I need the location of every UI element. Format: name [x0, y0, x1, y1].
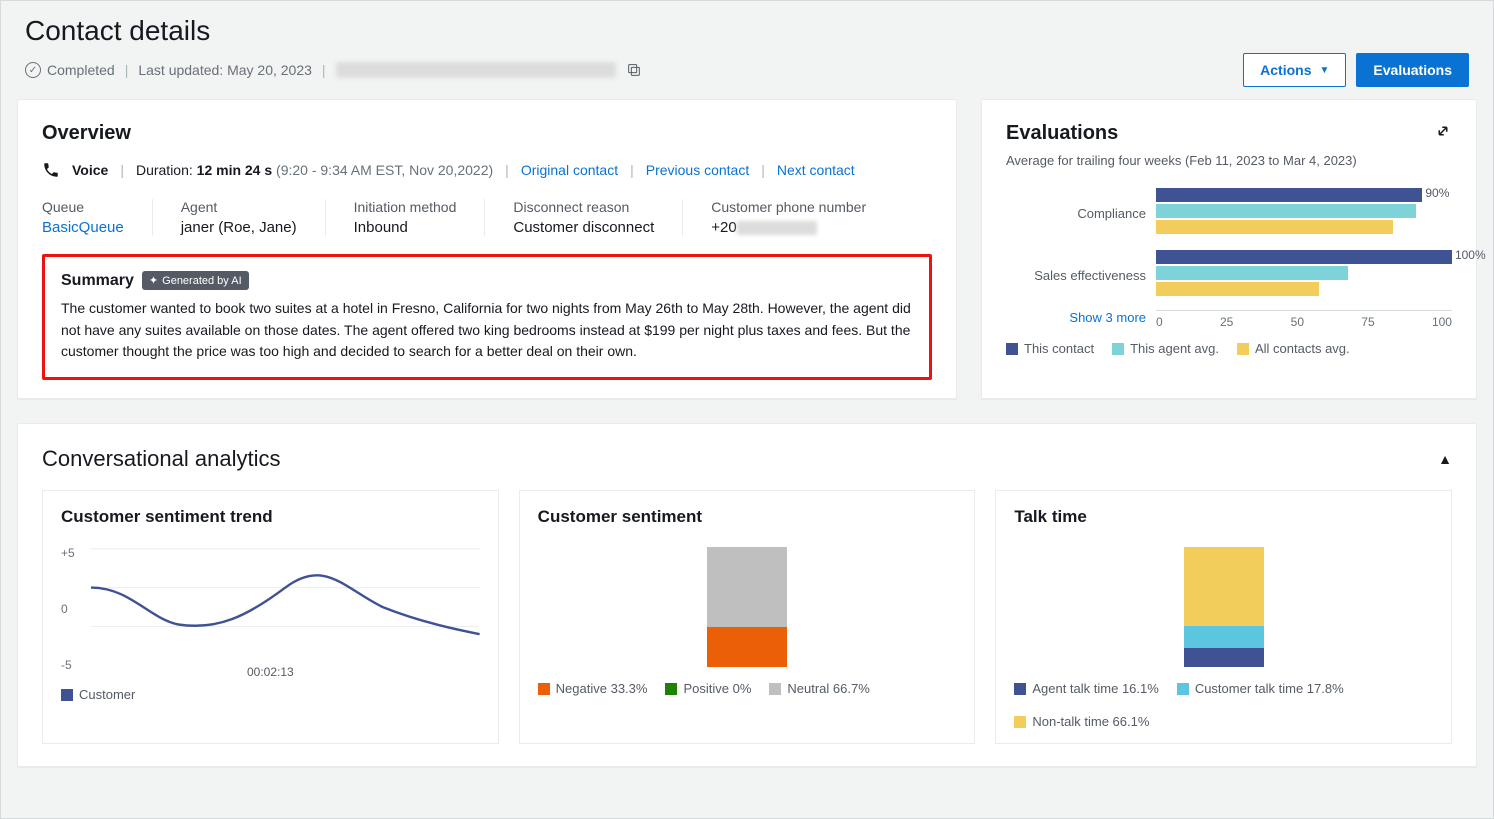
meta-agent-value: janer (Roe, Jane) — [181, 219, 297, 236]
legend-talk-non: Non-talk time 66.1% — [1032, 714, 1149, 729]
header-actions: Actions ▼ Evaluations — [1243, 53, 1469, 87]
evaluations-legend: This contact This agent avg. All contact… — [1006, 341, 1452, 356]
meta-disc-label: Disconnect reason — [513, 199, 654, 215]
page-header: Contact details ✓ Completed | Last updat… — [1, 1, 1493, 99]
legend-agent: This agent avg. — [1130, 341, 1219, 356]
eval-val-1: 100% — [1455, 248, 1486, 262]
previous-contact-link[interactable]: Previous contact — [646, 162, 750, 178]
actions-label: Actions — [1260, 62, 1311, 78]
overview-title: Overview — [42, 122, 932, 145]
expand-icon[interactable] — [1434, 122, 1452, 140]
meta-disc: Disconnect reason Customer disconnect — [513, 199, 683, 236]
status-label: Completed — [47, 62, 115, 78]
duration-label: Duration: — [136, 162, 193, 178]
analytics-title: Conversational analytics — [42, 446, 280, 472]
meta-phone: Customer phone number +20 — [711, 199, 866, 236]
meta-queue-value[interactable]: BasicQueue — [42, 219, 124, 236]
trend-chart: +5 0 -5 00:02:13 — [61, 539, 480, 679]
ytick-plus5: +5 — [61, 546, 75, 560]
divider: | — [125, 62, 129, 78]
card-sentiment-trend: Customer sentiment trend +5 0 -5 00:02:1… — [42, 490, 499, 744]
evaluations-chart: Compliance Sales effectiveness Show 3 mo… — [1006, 182, 1452, 329]
divider: | — [505, 162, 509, 178]
evaluations-button-label: Evaluations — [1373, 62, 1452, 78]
eval-cat-1: Sales effectiveness — [1006, 244, 1146, 306]
summary-title: Summary — [61, 272, 134, 290]
card-customer-sentiment: Customer sentiment Negative 33.3% Positi… — [519, 490, 976, 744]
card-sentiment-trend-title: Customer sentiment trend — [61, 507, 480, 527]
check-circle-icon: ✓ — [25, 62, 41, 78]
trend-line — [91, 539, 480, 636]
last-updated: Last updated: May 20, 2023 — [138, 62, 312, 78]
meta-phone-label: Customer phone number — [711, 199, 866, 215]
meta-disc-value: Customer disconnect — [513, 219, 654, 236]
evaluations-panel: Evaluations Average for trailing four we… — [981, 99, 1477, 399]
ai-badge-label: Generated by AI — [162, 275, 242, 287]
meta-agent-label: Agent — [181, 199, 297, 215]
card-talk-time: Talk time Agent talk time 16.1% Customer… — [995, 490, 1452, 744]
analytics-panel: Conversational analytics ▲ Customer sent… — [17, 423, 1477, 767]
divider: | — [120, 162, 124, 178]
duration-value: 12 min 24 s — [197, 162, 273, 178]
duration-detail: (9:20 - 9:34 AM EST, Nov 20,2022) — [276, 162, 493, 178]
original-contact-link[interactable]: Original contact — [521, 162, 618, 178]
eval-axis: 0 25 50 75 100 — [1156, 310, 1452, 329]
next-contact-link[interactable]: Next contact — [777, 162, 855, 178]
legend-all: All contacts avg. — [1255, 341, 1350, 356]
trend-xlabel: 00:02:13 — [247, 665, 294, 679]
meta-grid: Queue BasicQueue Agent janer (Roe, Jane)… — [42, 199, 932, 236]
ytick-minus5: -5 — [61, 658, 72, 672]
summary-box: Summary ✦ Generated by AI The customer w… — [42, 254, 932, 380]
evaluations-button[interactable]: Evaluations — [1356, 53, 1469, 87]
meta-agent: Agent janer (Roe, Jane) — [181, 199, 326, 236]
phone-icon — [42, 161, 60, 179]
show-more-link[interactable]: Show 3 more — [1069, 310, 1146, 325]
voice-row: Voice | Duration: 12 min 24 s (9:20 - 9:… — [42, 161, 932, 179]
divider: | — [761, 162, 765, 178]
ytick-zero: 0 — [61, 602, 68, 616]
evaluations-title: Evaluations — [1006, 122, 1118, 145]
legend-neg: Negative 33.3% — [556, 681, 648, 696]
meta-queue: Queue BasicQueue — [42, 199, 153, 236]
sparkle-icon: ✦ — [149, 274, 158, 287]
sentiment-bar — [538, 539, 957, 667]
overview-panel: Overview Voice | Duration: 12 min 24 s (… — [17, 99, 957, 399]
status-completed: ✓ Completed — [25, 62, 115, 78]
channel-label: Voice — [72, 162, 108, 178]
divider: | — [630, 162, 634, 178]
meta-init-value: Inbound — [354, 219, 457, 236]
legend-customer: Customer — [79, 687, 135, 702]
eval-val-0: 90% — [1425, 186, 1449, 200]
chevron-down-icon: ▼ — [1320, 65, 1330, 76]
meta-init: Initiation method Inbound — [354, 199, 486, 236]
legend-pos: Positive 0% — [683, 681, 751, 696]
eval-row-1: 100% — [1156, 244, 1452, 306]
summary-text: The customer wanted to book two suites a… — [61, 298, 913, 363]
card-talk-time-title: Talk time — [1014, 507, 1433, 527]
eval-row-0: 90% — [1156, 182, 1452, 244]
copy-icon[interactable] — [626, 62, 642, 78]
phone-redacted — [737, 221, 817, 235]
chevron-up-icon[interactable]: ▲ — [1438, 451, 1452, 467]
actions-button[interactable]: Actions ▼ — [1243, 53, 1346, 87]
duration: Duration: 12 min 24 s (9:20 - 9:34 AM ES… — [136, 162, 493, 178]
card-customer-sentiment-title: Customer sentiment — [538, 507, 957, 527]
divider: | — [322, 62, 326, 78]
meta-init-label: Initiation method — [354, 199, 457, 215]
legend-talk-cust: Customer talk time 17.8% — [1195, 681, 1344, 696]
talk-bar — [1014, 539, 1433, 667]
meta-phone-value: +20 — [711, 219, 866, 236]
eval-cat-0: Compliance — [1006, 182, 1146, 244]
ai-badge: ✦ Generated by AI — [142, 271, 249, 290]
page-title: Contact details — [25, 15, 1469, 47]
redacted-id — [336, 62, 616, 78]
meta-queue-label: Queue — [42, 199, 124, 215]
legend-neu: Neutral 66.7% — [787, 681, 869, 696]
legend-talk-agent: Agent talk time 16.1% — [1032, 681, 1158, 696]
evaluations-subtitle: Average for trailing four weeks (Feb 11,… — [1006, 153, 1452, 168]
header-meta: ✓ Completed | Last updated: May 20, 2023… — [25, 62, 642, 78]
phone-prefix: +20 — [711, 219, 736, 236]
legend-this: This contact — [1024, 341, 1094, 356]
